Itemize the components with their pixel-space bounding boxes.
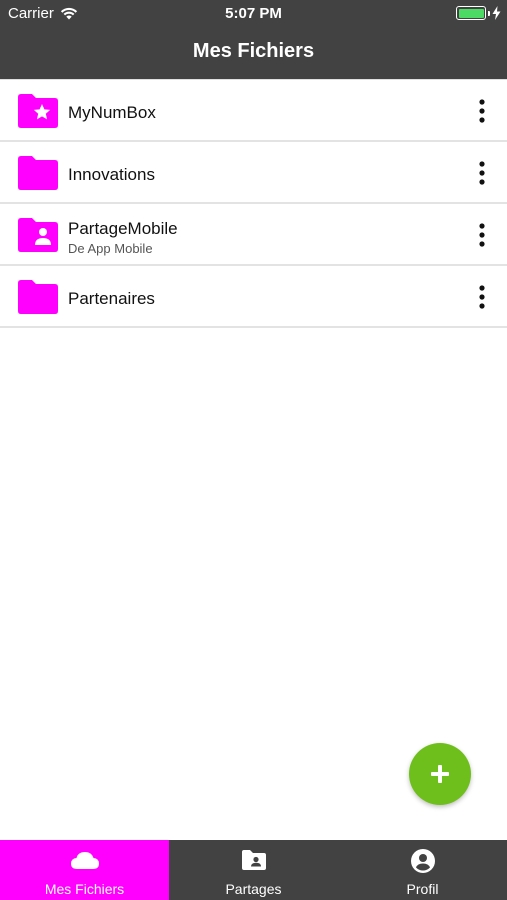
tab-label: Partages	[225, 881, 282, 897]
file-row-innovations[interactable]: Innovations	[0, 142, 507, 204]
shared-folder-icon	[241, 850, 266, 870]
more-options-icon[interactable]	[471, 222, 493, 248]
status-time: 5:07 PM	[225, 5, 282, 22]
folder-icon	[18, 156, 58, 190]
file-row-partenaires[interactable]: Partenaires	[0, 266, 507, 328]
battery-nub	[488, 10, 490, 16]
battery-icon	[456, 6, 486, 20]
navigation-bar: Mes Fichiers	[0, 28, 507, 79]
file-list: MyNumBox Innovations PartageMobile De Ap…	[0, 79, 507, 328]
folder-star-icon	[18, 94, 58, 128]
tab-profil[interactable]: Profil	[338, 840, 507, 900]
page-title: Mes Fichiers	[192, 40, 315, 62]
file-row-mynumbox[interactable]: MyNumBox	[0, 80, 507, 142]
more-options-icon[interactable]	[471, 284, 493, 310]
plus-icon	[431, 765, 449, 783]
tab-bar: Mes Fichiers Partages Profil	[0, 840, 507, 900]
tab-label: Profil	[406, 881, 439, 897]
file-name: PartageMobile	[68, 219, 178, 238]
tab-mes-fichiers[interactable]: Mes Fichiers	[0, 840, 169, 900]
file-row-partagemobile[interactable]: PartageMobile De App Mobile	[0, 204, 507, 266]
account-circle-icon	[410, 849, 435, 873]
file-subtitle: De App Mobile	[68, 241, 153, 256]
file-name: Partenaires	[68, 289, 155, 308]
tab-label: Mes Fichiers	[44, 881, 125, 897]
more-options-icon[interactable]	[471, 98, 493, 124]
tab-partages[interactable]: Partages	[169, 840, 338, 900]
status-bar: Carrier 5:07 PM	[0, 0, 507, 28]
add-button[interactable]	[409, 743, 471, 805]
more-options-icon[interactable]	[471, 160, 493, 186]
folder-shared-icon	[18, 218, 58, 252]
charging-bolt-icon	[492, 6, 501, 20]
file-name: MyNumBox	[68, 103, 156, 122]
battery-indicator	[456, 6, 501, 20]
cloud-icon	[70, 852, 99, 869]
folder-icon	[18, 280, 58, 314]
file-name: Innovations	[68, 165, 155, 184]
